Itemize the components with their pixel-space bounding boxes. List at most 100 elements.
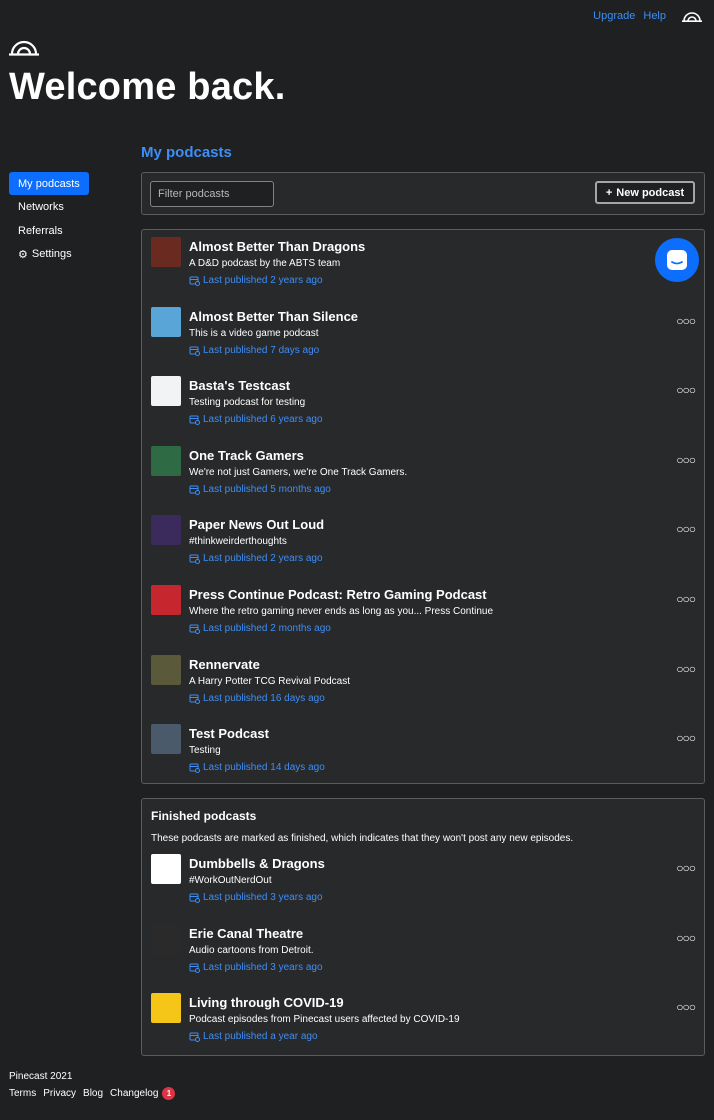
more-options-icon[interactable]: ○○○ <box>676 453 696 467</box>
podcast-description: We're not just Gamers, we're One Track G… <box>189 466 408 478</box>
podcast-name[interactable]: Erie Canal Theatre <box>189 926 303 941</box>
podcast-list: Almost Better Than Dragons A D&D podcast … <box>141 229 705 784</box>
podcast-artwork[interactable] <box>151 654 181 685</box>
sidebar-item-label: Networks <box>18 201 64 213</box>
chat-widget-button[interactable] <box>655 238 699 282</box>
calendar-icon <box>189 485 200 495</box>
last-published[interactable]: Last published 16 days ago <box>189 693 325 704</box>
podcast-description: Testing podcast for testing <box>189 397 306 409</box>
last-published[interactable]: Last published 14 days ago <box>189 762 325 774</box>
podcast-row[interactable]: Paper News Out Loud #thinkweirderthoughts… <box>142 508 704 578</box>
podcast-name[interactable]: Almost Better Than Silence <box>189 309 358 324</box>
podcast-artwork[interactable] <box>151 854 181 884</box>
calendar-icon <box>189 624 200 634</box>
podcast-description: Podcast episodes from Pinecast users aff… <box>189 1014 460 1026</box>
calendar-icon <box>189 893 200 903</box>
last-published-label: Last published 3 years ago <box>203 961 323 973</box>
last-published[interactable]: Last published 3 years ago <box>189 892 323 903</box>
new-podcast-button[interactable]: + New podcast <box>595 181 695 204</box>
filter-podcasts-input[interactable] <box>150 181 274 207</box>
more-options-icon[interactable]: ○○○ <box>676 314 696 328</box>
footer-link-changelog[interactable]: Changelog <box>110 1088 158 1099</box>
podcast-artwork[interactable] <box>151 584 181 615</box>
podcast-row[interactable]: Test Podcast Testing Last published 14 day… <box>142 717 704 787</box>
more-options-icon[interactable]: ○○○ <box>676 861 696 875</box>
sidebar-item-networks[interactable]: Networks <box>9 196 89 219</box>
podcast-artwork[interactable] <box>151 306 181 337</box>
podcast-artwork[interactable] <box>151 445 181 476</box>
podcast-name[interactable]: Living through COVID-19 <box>189 995 344 1010</box>
podcast-description: A Harry Potter TCG Revival Podcast <box>189 675 350 687</box>
calendar-icon <box>189 415 200 426</box>
podcast-name[interactable]: Paper News Out Loud <box>189 517 324 532</box>
pinecast-logo-icon[interactable] <box>682 10 702 22</box>
last-published[interactable]: Last published 2 years ago <box>189 275 323 286</box>
podcast-row[interactable]: Rennervate A Harry Potter TCG Revival Pod… <box>142 648 704 718</box>
last-published[interactable]: Last published 5 months ago <box>189 484 331 495</box>
last-published-label: Last published 2 years ago <box>203 275 323 286</box>
sidebar-item-referrals[interactable]: Referrals <box>9 219 89 242</box>
more-options-icon[interactable]: ○○○ <box>676 1000 696 1014</box>
plus-icon: + <box>605 186 613 199</box>
last-published-label: Last published 6 years ago <box>203 414 323 426</box>
more-options-icon[interactable]: ○○○ <box>676 522 696 536</box>
more-options-icon[interactable]: ○○○ <box>676 931 696 945</box>
more-options-icon[interactable]: ○○○ <box>676 592 696 606</box>
last-published[interactable]: Last published 2 months ago <box>189 623 331 634</box>
footer-link-terms[interactable]: Terms <box>9 1088 36 1099</box>
new-podcast-label: New podcast <box>616 186 685 199</box>
podcast-name[interactable]: Almost Better Than Dragons <box>189 239 365 254</box>
podcast-artwork[interactable] <box>151 724 181 755</box>
podcast-row[interactable]: Living through COVID-19 Podcast episodes … <box>142 986 704 1056</box>
top-nav: Upgrade Help <box>593 10 702 22</box>
podcast-row[interactable]: Almost Better Than Silence This is a vide… <box>142 300 704 370</box>
last-published[interactable]: Last published 7 days ago <box>189 345 319 356</box>
podcast-row[interactable]: Press Continue Podcast: Retro Gaming Pod… <box>142 578 704 648</box>
podcast-description: #WorkOutNerdOut <box>189 875 272 886</box>
calendar-icon <box>189 1032 200 1043</box>
podcast-toolbar: + New podcast <box>141 172 705 215</box>
podcast-row[interactable]: Erie Canal Theatre Audio cartoons from De… <box>142 917 704 987</box>
help-link[interactable]: Help <box>643 10 666 22</box>
footer-link-blog[interactable]: Blog <box>83 1088 103 1099</box>
last-published[interactable]: Last published a year ago <box>189 1031 318 1043</box>
podcast-artwork[interactable] <box>151 993 181 1024</box>
last-published[interactable]: Last published 2 years ago <box>189 553 323 565</box>
podcast-name[interactable]: Basta's Testcast <box>189 378 290 393</box>
page-title: Welcome back. <box>9 66 286 108</box>
pinecast-logo-icon[interactable] <box>9 38 39 56</box>
last-published-label: Last published 5 months ago <box>203 483 331 495</box>
footer: Pinecast 2021 Terms Privacy Blog Changel… <box>9 1071 176 1100</box>
podcast-name[interactable]: Dumbbells & Dragons <box>189 856 325 871</box>
sidebar-item-my-podcasts[interactable]: My podcasts <box>9 172 89 195</box>
chat-bubble-icon <box>667 250 687 270</box>
more-options-icon[interactable]: ○○○ <box>676 383 696 397</box>
calendar-icon <box>189 763 200 774</box>
podcast-name[interactable]: Test Podcast <box>189 726 269 741</box>
podcast-artwork[interactable] <box>151 923 181 954</box>
podcast-name[interactable]: Press Continue Podcast: Retro Gaming Pod… <box>189 587 487 602</box>
podcast-row[interactable]: Dumbbells & Dragons #WorkOutNerdOut Last p… <box>142 847 704 917</box>
gear-icon: ⚙ <box>18 248 28 261</box>
last-published-label: Last published 7 days ago <box>203 344 320 356</box>
more-options-icon[interactable]: ○○○ <box>676 662 696 676</box>
podcast-row[interactable]: Almost Better Than Dragons A D&D podcast … <box>142 230 704 300</box>
podcast-artwork[interactable] <box>151 237 181 267</box>
last-published[interactable]: Last published 6 years ago <box>189 414 323 426</box>
sidebar-item-label: Settings <box>31 248 72 260</box>
podcast-row[interactable]: Basta's Testcast Testing podcast for test… <box>142 369 704 439</box>
last-published[interactable]: Last published 3 years ago <box>189 962 323 973</box>
podcast-artwork[interactable] <box>151 376 181 407</box>
upgrade-link[interactable]: Upgrade <box>593 10 635 22</box>
more-options-icon[interactable]: ○○○ <box>676 731 696 745</box>
podcast-row[interactable]: One Track Gamers We're not just Gamers, w… <box>142 439 704 509</box>
section-title: My podcasts <box>141 144 232 161</box>
podcast-name[interactable]: Rennervate <box>189 657 260 672</box>
podcast-name[interactable]: One Track Gamers <box>189 448 304 463</box>
podcast-artwork[interactable] <box>151 515 181 546</box>
footer-link-privacy[interactable]: Privacy <box>43 1088 76 1099</box>
sidebar-item-settings[interactable]: ⚙ Settings <box>9 243 89 266</box>
podcast-description: This is a video game podcast <box>189 327 319 339</box>
copyright: Pinecast 2021 <box>9 1071 73 1082</box>
sidebar-item-label: My podcasts <box>18 177 80 190</box>
